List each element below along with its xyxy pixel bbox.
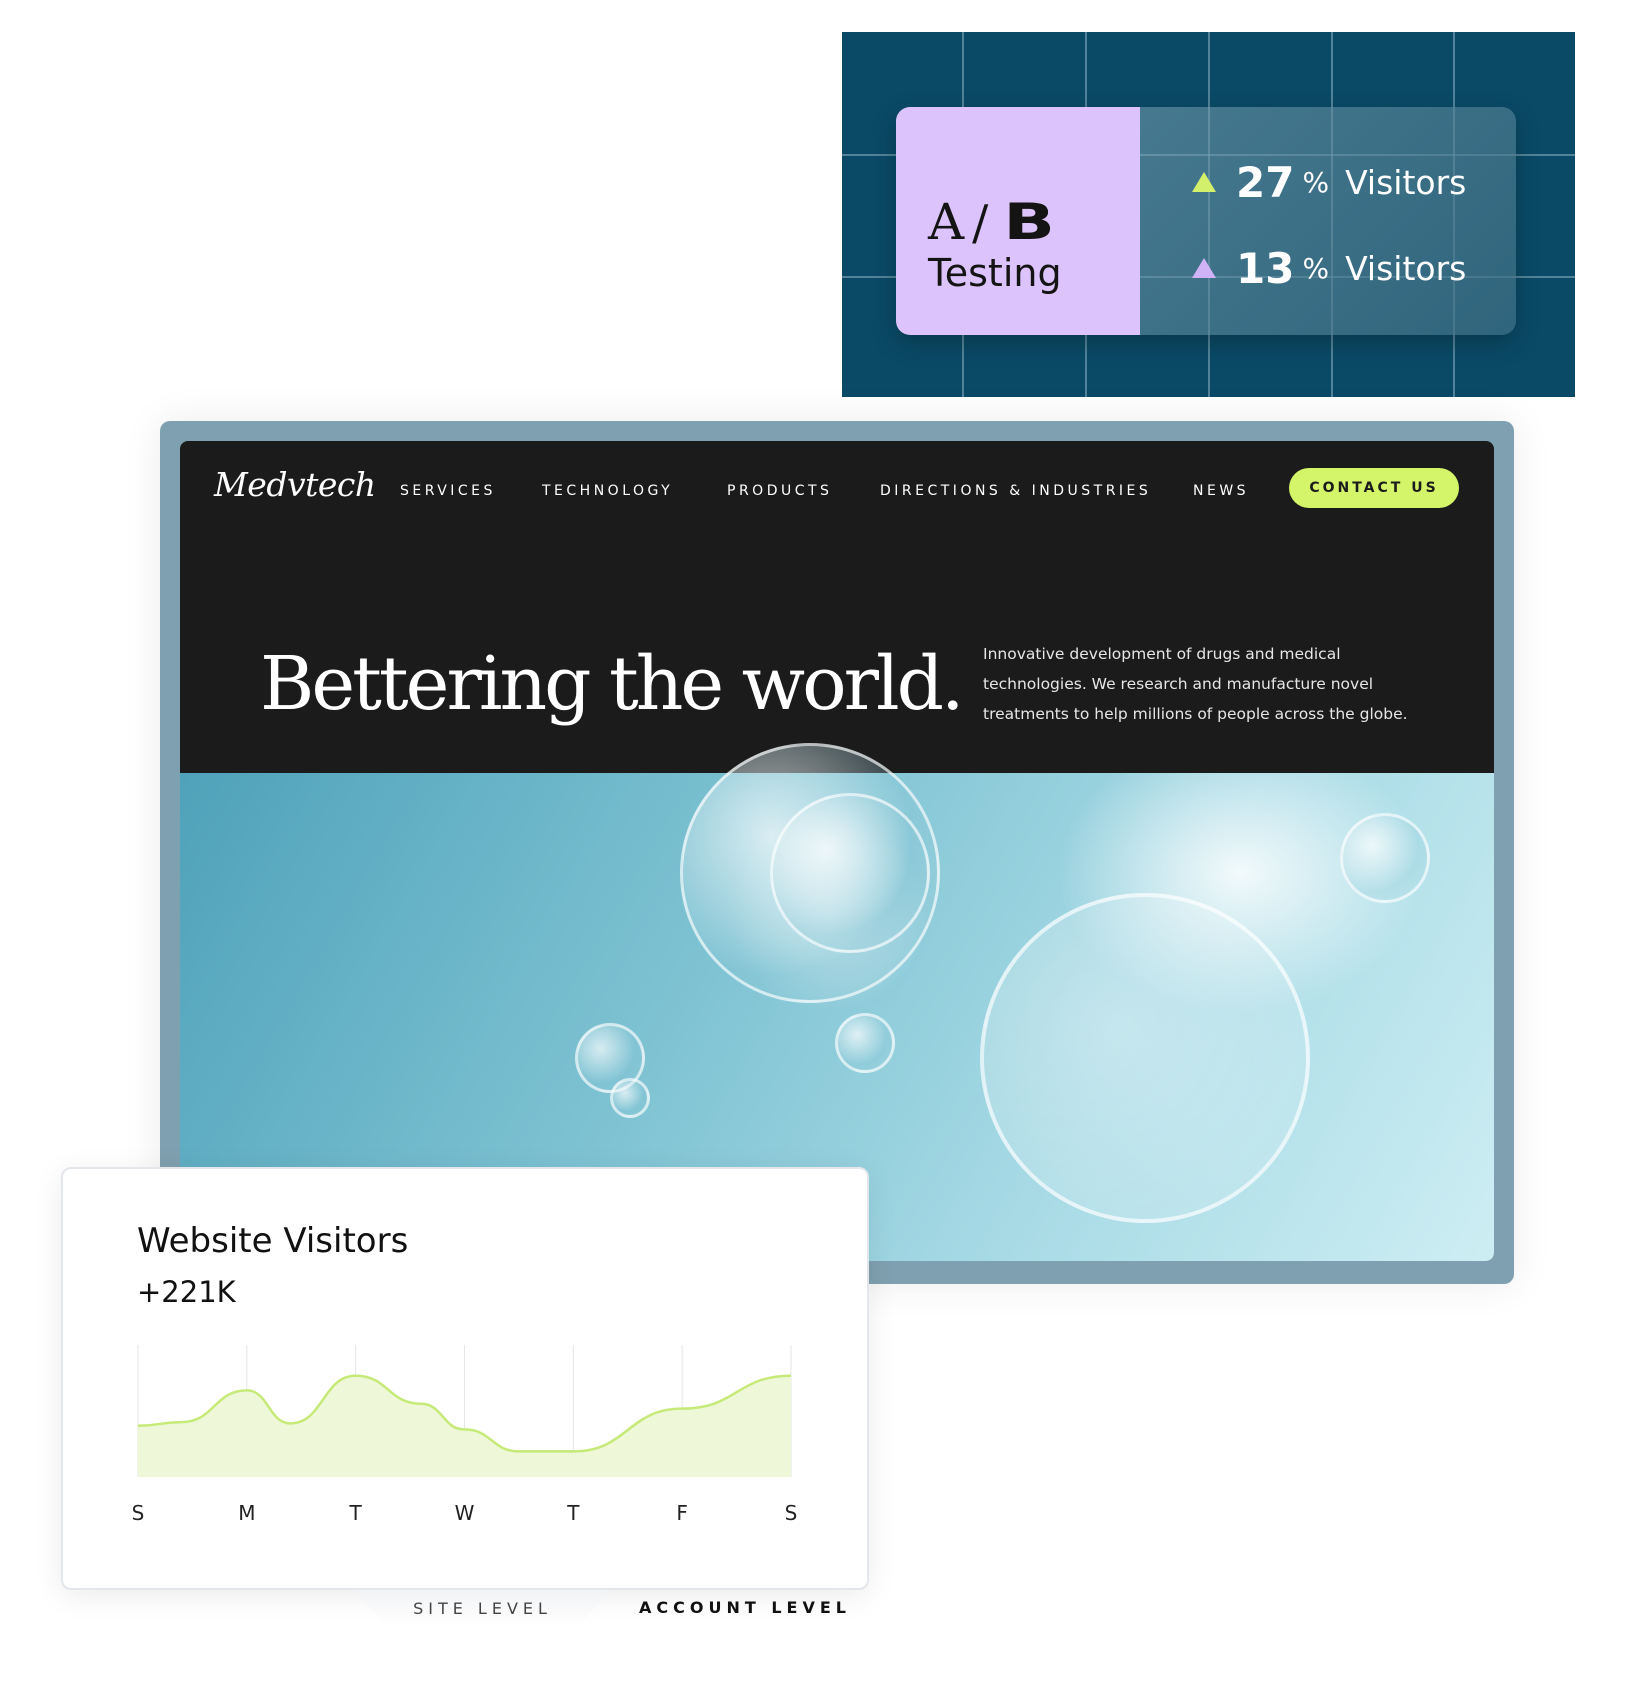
stat-unit: % — [1302, 165, 1330, 199]
triangle-up-icon — [1192, 258, 1216, 278]
chart-x-tick-label: S — [132, 1501, 145, 1525]
hero-headline: Bettering the world. — [260, 641, 965, 727]
ab-title: A / B — [928, 197, 1140, 247]
bubble-shape — [770, 793, 930, 953]
ab-stat-row: 27 % Visitors — [1192, 157, 1516, 207]
nav-item-products[interactable]: PRODUCTS — [727, 483, 832, 499]
bubble-shape — [610, 1078, 650, 1118]
site-logo[interactable]: Medvtech — [214, 465, 376, 504]
stat-value: 13 — [1236, 243, 1295, 293]
stat-label: Visitors — [1345, 248, 1467, 288]
bubble-shape — [980, 893, 1310, 1223]
chart-x-tick-label: F — [676, 1501, 688, 1525]
ab-testing-panel: A / B Testing 27 % Visitors 13 % Visitor… — [842, 32, 1575, 397]
chart-x-tick-label: T — [566, 1501, 580, 1525]
bubble-shape — [1340, 813, 1430, 903]
ab-subtitle: Testing — [928, 251, 1062, 295]
stat-label: Visitors — [1345, 162, 1467, 202]
ab-title-a: A — [928, 193, 965, 251]
website-preview: Medvtech SERVICES TECHNOLOGY PRODUCTS DI… — [180, 441, 1494, 1261]
site-navbar: Medvtech SERVICES TECHNOLOGY PRODUCTS DI… — [180, 441, 1494, 541]
chart-x-tick-label: M — [238, 1501, 255, 1525]
stat-value: 27 — [1236, 157, 1295, 207]
website-visitors-card: Website Visitors +221K SMTWTFS — [61, 1167, 869, 1590]
bubble-shape — [835, 1013, 895, 1073]
stat-unit: % — [1302, 251, 1330, 285]
chart-x-tick-label: T — [349, 1501, 363, 1525]
ab-title-block: A / B Testing — [896, 107, 1140, 335]
ab-title-slash: / — [972, 195, 989, 251]
tab-account-level[interactable]: ACCOUNT LEVEL — [620, 1592, 870, 1622]
ab-title-b: B — [1003, 193, 1056, 251]
chart-x-tick-label: W — [455, 1501, 475, 1525]
hero-description: Innovative development of drugs and medi… — [983, 645, 1408, 723]
nav-item-directions-industries[interactable]: DIRECTIONS & INDUSTRIES — [880, 483, 1151, 499]
visitors-chart: SMTWTFS — [132, 1345, 798, 1525]
ab-stat-row: 13 % Visitors — [1192, 243, 1516, 293]
website-preview-frame: Medvtech SERVICES TECHNOLOGY PRODUCTS DI… — [160, 421, 1514, 1284]
ab-stats: 27 % Visitors 13 % Visitors — [1140, 107, 1516, 335]
contact-us-button[interactable]: CONTACT US — [1289, 468, 1459, 508]
chart-x-tick-label: S — [785, 1501, 798, 1525]
nav-item-news[interactable]: NEWS — [1193, 483, 1249, 499]
ab-testing-card: A / B Testing 27 % Visitors 13 % Visitor… — [896, 107, 1516, 335]
tab-site-level[interactable]: SITE LEVEL — [355, 1590, 610, 1626]
nav-item-technology[interactable]: TECHNOLOGY — [542, 483, 673, 499]
triangle-up-icon — [1192, 172, 1216, 192]
nav-item-services[interactable]: SERVICES — [400, 483, 496, 499]
